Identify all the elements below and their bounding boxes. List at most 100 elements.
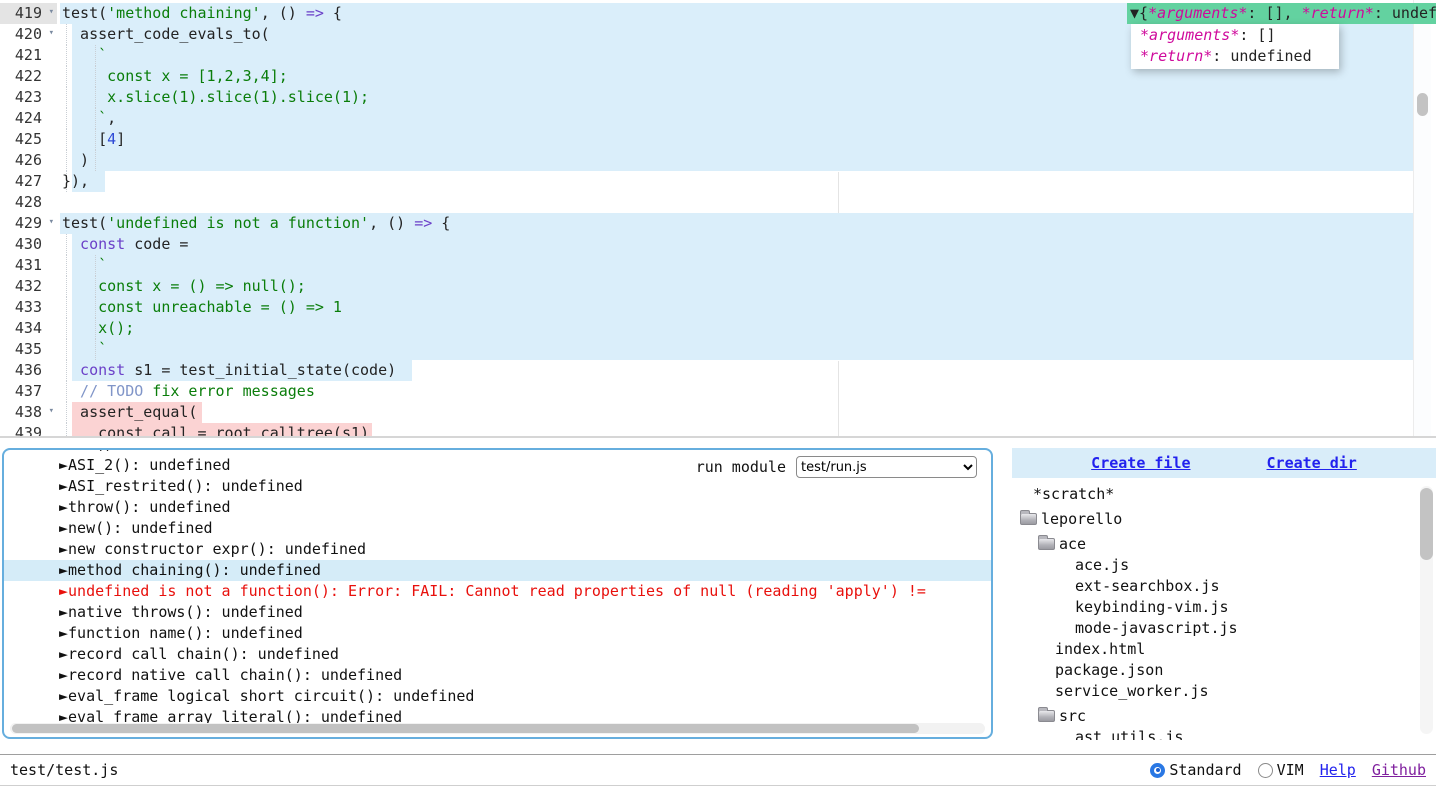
gutter-line-427: 427	[0, 171, 57, 192]
code-line-426[interactable]: 426 )	[0, 150, 1436, 171]
test-result-row[interactable]: ►throw(): undefined	[4, 497, 991, 518]
tree-folder-src[interactable]: src	[1012, 706, 1436, 727]
line-number: 439	[15, 423, 42, 438]
radio-icon[interactable]	[1150, 763, 1165, 778]
test-result-row[interactable]: ►ASI(): undefined	[4, 448, 991, 455]
test-result-row[interactable]: ►record native call chain(): undefined	[4, 665, 991, 686]
code-line-435[interactable]: 435 `	[0, 339, 1436, 360]
code-line-428[interactable]: 428	[0, 192, 1436, 213]
test-result-row[interactable]: ►ASI_restrited(): undefined	[4, 476, 991, 497]
fold-arrow-icon[interactable]: ▾	[49, 23, 54, 44]
status-bar: test/test.js StandardVIM HelpGithub	[0, 754, 1436, 786]
folder-icon	[1038, 538, 1055, 550]
tree-folder-ace[interactable]: ace	[1012, 534, 1436, 555]
gutter-line-429[interactable]: 429 ▾	[0, 213, 57, 234]
tree-item-label: leporello	[1041, 510, 1122, 528]
code-token: `	[62, 109, 107, 127]
tree-file-service-worker-js[interactable]: service_worker.js	[1012, 681, 1436, 702]
eval-result-summary[interactable]: ▼{*arguments*: [], *return*: undefined}	[1127, 3, 1436, 24]
code-line-424[interactable]: 424 `,	[0, 108, 1436, 129]
line-highlight	[72, 150, 1413, 171]
test-result-row[interactable]: ►function name(): undefined	[4, 623, 991, 644]
code-line-429[interactable]: 429▾test('undefined is not a function', …	[0, 213, 1436, 234]
editor-scrollbar-thumb[interactable]	[1417, 93, 1428, 116]
code-line-431[interactable]: 431 `	[0, 255, 1436, 276]
tree-item-label: keybinding-vim.js	[1075, 598, 1229, 616]
create-file-link[interactable]: Create file	[1091, 454, 1190, 472]
eval-detail-row[interactable]: *return*: undefined	[1131, 46, 1339, 67]
fold-arrow-icon[interactable]: ▾	[49, 212, 54, 233]
code-token: const unreachable = () => 1	[62, 298, 342, 316]
test-result-row[interactable]: ►new(): undefined	[4, 518, 991, 539]
code-text: test('method chaining', () => {	[62, 3, 342, 24]
code-line-434[interactable]: 434 x();	[0, 318, 1436, 339]
fold-arrow-icon[interactable]: ▾	[49, 2, 54, 23]
code-editor[interactable]: 419▾test('method chaining', () => {420▾ …	[0, 0, 1436, 438]
gutter-line-438[interactable]: 438▾	[0, 402, 57, 423]
output-hscrollbar-track	[10, 723, 985, 734]
help-link[interactable]: Help	[1320, 761, 1356, 779]
tree-item-label: mode-javascript.js	[1075, 619, 1238, 637]
tree-folder-leporello[interactable]: leporello	[1012, 509, 1436, 530]
line-number: 434	[15, 318, 42, 339]
tree-item-label: ast_utils.js	[1075, 728, 1183, 740]
test-result-row[interactable]: ►new constructor expr(): undefined	[4, 539, 991, 560]
code-line-430[interactable]: 430 const code =	[0, 234, 1436, 255]
test-result-row[interactable]: ►native throws(): undefined	[4, 602, 991, 623]
tree-file-index-html[interactable]: index.html	[1012, 639, 1436, 660]
create-dir-link[interactable]: Create dir	[1267, 454, 1357, 472]
test-result-row[interactable]: ►undefined is not a function(): Error: F…	[4, 581, 991, 602]
code-token: const	[62, 361, 125, 379]
tree-file-package-json[interactable]: package.json	[1012, 660, 1436, 681]
code-line-439[interactable]: 439 const call = root_calltree(s1)	[0, 423, 1436, 438]
line-highlight	[72, 339, 1413, 360]
code-text: x.slice(1).slice(1).slice(1);	[62, 87, 369, 108]
tree-file-keybinding-vim-js[interactable]: keybinding-vim.js	[1012, 597, 1436, 618]
code-token: , ()	[261, 4, 306, 22]
mode-option-vim[interactable]: VIM	[1258, 761, 1304, 779]
code-line-438[interactable]: 438▾ assert_equal(	[0, 402, 1436, 423]
gutter-line-435: 435	[0, 339, 57, 360]
code-line-423[interactable]: 423 x.slice(1).slice(1).slice(1);	[0, 87, 1436, 108]
line-highlight	[72, 318, 1413, 339]
eval-result-tooltip: ▼{*arguments*: [], *return*: undefined} …	[1127, 3, 1436, 69]
output-hscrollbar-thumb[interactable]	[12, 724, 919, 733]
tree-scrollbar-thumb[interactable]	[1420, 488, 1433, 560]
gutter-line-424: 424	[0, 108, 57, 129]
tree-file-ast-utils-js[interactable]: ast_utils.js	[1012, 727, 1436, 740]
mode-option-standard[interactable]: Standard	[1150, 761, 1241, 779]
status-links: Help Github	[1320, 761, 1426, 779]
test-result-row[interactable]: ►record call chain(): undefined	[4, 644, 991, 665]
eval-detail-row[interactable]: *arguments*: []	[1131, 25, 1339, 46]
folder-icon	[1020, 513, 1037, 525]
gutter-line-420[interactable]: 420▾	[0, 24, 57, 45]
code-line-436[interactable]: 436 const s1 = test_initial_state(code)	[0, 360, 1436, 381]
test-result-row[interactable]: ►eval_frame logical short circuit(): und…	[4, 686, 991, 707]
code-line-425[interactable]: 425 [4]	[0, 129, 1436, 150]
github-link[interactable]: Github	[1372, 761, 1426, 779]
tree-file-ace-js[interactable]: ace.js	[1012, 555, 1436, 576]
line-number: 429	[15, 213, 42, 234]
code-token: assert_equal(	[62, 403, 197, 421]
code-line-432[interactable]: 432 const x = () => null();	[0, 276, 1436, 297]
code-token: // TODO	[62, 382, 143, 400]
gutter-line-426: 426	[0, 150, 57, 171]
code-token: ]	[116, 130, 125, 148]
tree-file-mode-javascript-js[interactable]: mode-javascript.js	[1012, 618, 1436, 639]
code-token: )	[62, 151, 89, 169]
code-line-422[interactable]: 422 const x = [1,2,3,4];	[0, 66, 1436, 87]
gutter-line-419[interactable]: 419▾	[0, 3, 57, 24]
code-line-437[interactable]: 437 // TODO fix error messages	[0, 381, 1436, 402]
test-result-row[interactable]: ►method chaining(): undefined	[4, 560, 991, 581]
radio-icon[interactable]	[1258, 763, 1273, 778]
code-line-427[interactable]: 427}),	[0, 171, 1436, 192]
file-tree-body: *scratch* leporello aceace.jsext-searchbox…	[1012, 478, 1436, 740]
run-module-label: run module	[696, 458, 786, 476]
code-line-433[interactable]: 433 const unreachable = () => 1	[0, 297, 1436, 318]
tree-file-ext-searchbox-js[interactable]: ext-searchbox.js	[1012, 576, 1436, 597]
run-module-select[interactable]: test/run.js	[796, 456, 977, 478]
fold-arrow-icon[interactable]: ▾	[49, 401, 54, 422]
line-number: 431	[15, 255, 42, 276]
tree-file--scratch-[interactable]: *scratch*	[1012, 484, 1436, 505]
code-token: code =	[125, 235, 188, 253]
